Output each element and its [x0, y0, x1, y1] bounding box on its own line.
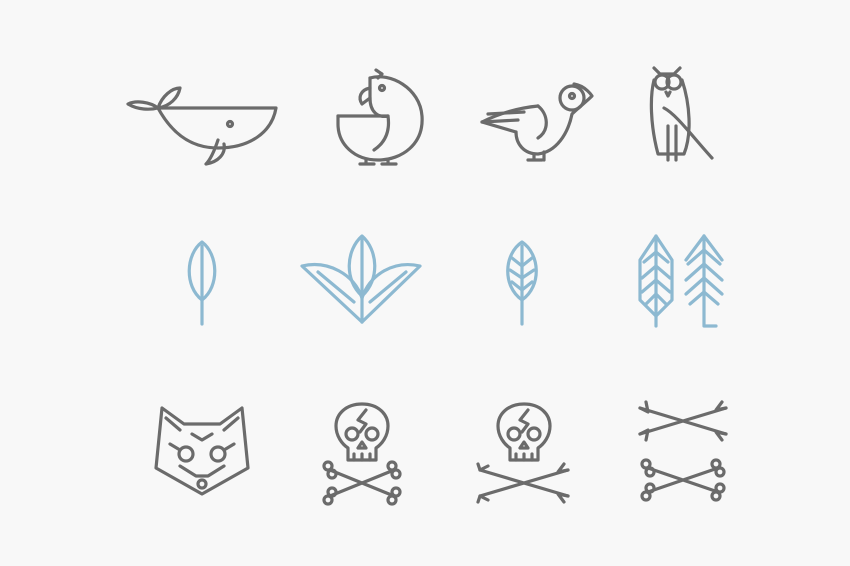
three-leaves-icon: [300, 232, 424, 328]
leaf-icon: [182, 238, 222, 328]
bird-icon: [478, 74, 598, 166]
leaf-veined-icon: [500, 238, 544, 328]
owl-icon: [646, 64, 718, 164]
crossed-arrows-bones-icon: [636, 400, 730, 502]
fox-icon: [152, 404, 252, 498]
parrot-icon: [330, 68, 430, 168]
pine-trees-icon: [636, 232, 726, 328]
whale-icon: [122, 82, 282, 172]
skull-crossed-arrows-icon: [474, 400, 574, 504]
skull-crossbones-icon: [322, 400, 402, 506]
